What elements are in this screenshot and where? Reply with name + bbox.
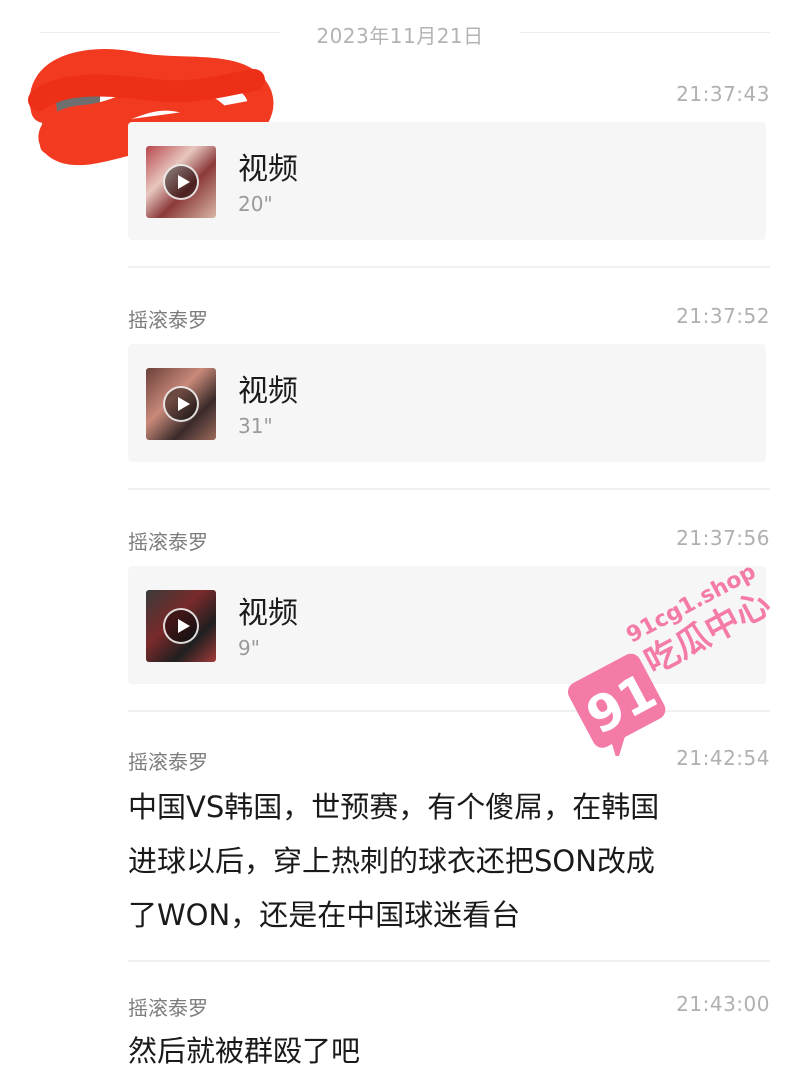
message-text: 然后就被群殴了吧 xyxy=(128,1034,361,1068)
play-icon[interactable] xyxy=(163,386,199,422)
play-icon[interactable] xyxy=(163,608,199,644)
video-title: 视频 xyxy=(238,596,298,631)
message-text: 中国VS韩国，世预赛，有个傻屌，在韩国 进球以后，穿上热刺的球衣还把SON改成 … xyxy=(128,790,660,932)
message-time: 21:37:56 xyxy=(676,526,770,550)
message-time: 21:43:00 xyxy=(676,992,770,1016)
message-divider xyxy=(128,266,770,268)
sender-name: 摇滚泰罗 xyxy=(128,996,208,1020)
video-card[interactable]: 视频 31" xyxy=(128,344,766,462)
video-duration: 20" xyxy=(238,192,273,216)
video-card[interactable]: 视频 20" xyxy=(128,122,766,240)
sender-name: 摇滚泰罗 xyxy=(128,530,208,554)
video-thumbnail[interactable] xyxy=(146,146,216,218)
sender-name: 摇滚泰罗 xyxy=(128,308,208,332)
sender-name: 摇滚泰罗 xyxy=(128,750,208,774)
video-title: 视频 xyxy=(238,152,298,187)
play-icon[interactable] xyxy=(163,164,199,200)
message-divider xyxy=(128,960,770,962)
video-duration: 31" xyxy=(238,414,273,438)
video-title: 视频 xyxy=(238,374,298,409)
watermark-logo: 91cg1.shop 吃瓜中心 91 xyxy=(567,566,777,756)
video-thumbnail[interactable] xyxy=(146,590,216,662)
message-divider xyxy=(128,488,770,490)
message-time: 21:37:43 xyxy=(676,82,770,106)
video-duration: 9" xyxy=(238,636,260,660)
message-time: 21:37:52 xyxy=(676,304,770,328)
date-divider-right xyxy=(520,32,770,33)
video-thumbnail[interactable] xyxy=(146,368,216,440)
